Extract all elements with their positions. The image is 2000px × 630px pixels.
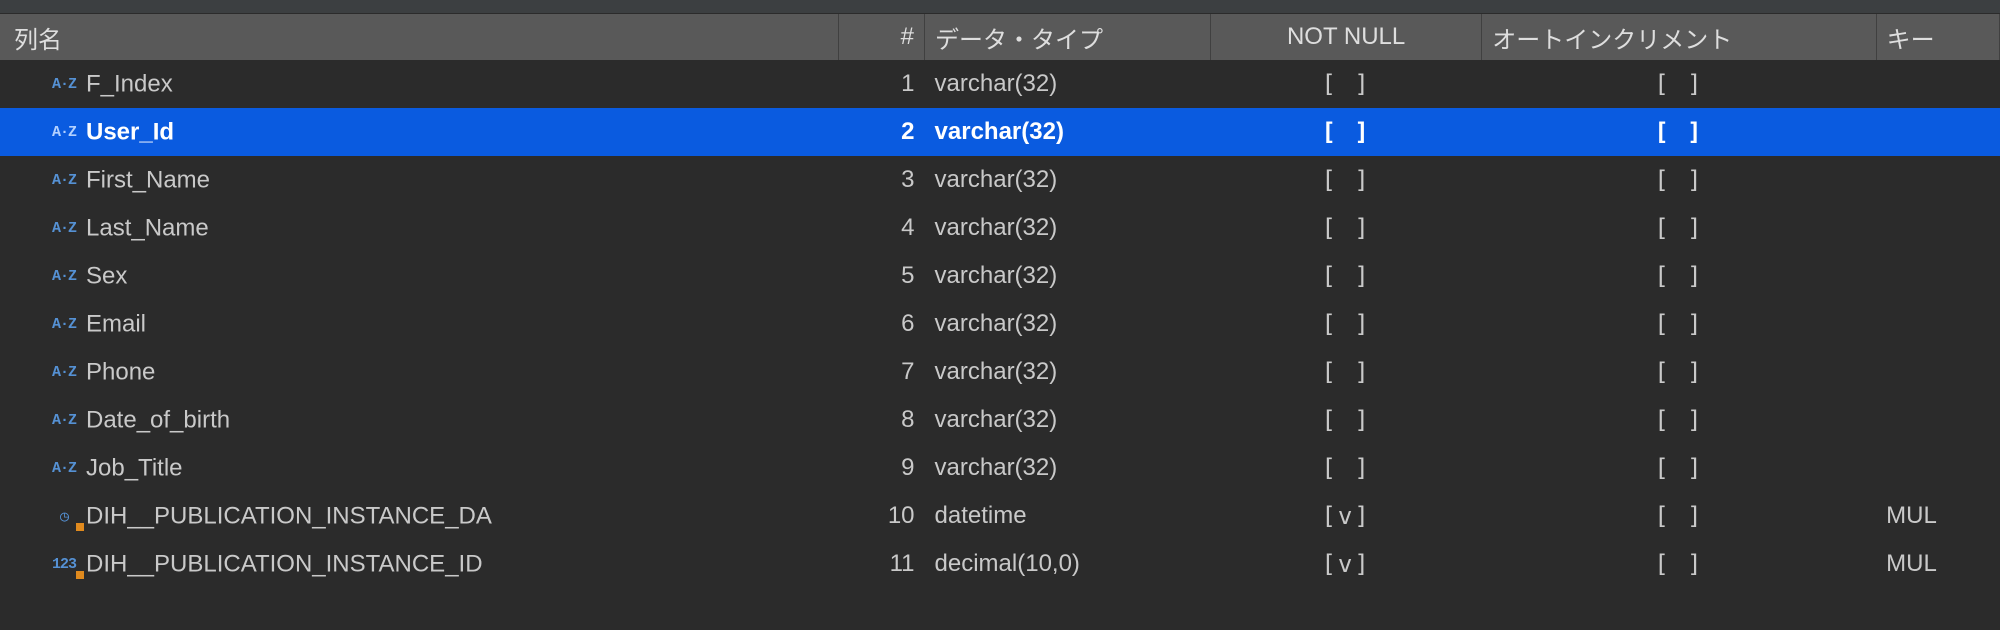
notnull-checkbox[interactable]: [ ] <box>1211 204 1482 252</box>
table-row[interactable]: A·ZLast_Name4varchar(32)[ ][ ] <box>0 204 2000 252</box>
window-top-strip <box>0 0 2000 14</box>
autoincrement-checkbox[interactable]: [ ] <box>1482 348 1876 396</box>
notnull-checkbox[interactable]: [ ] <box>1211 300 1482 348</box>
text-type-icon: A·Z <box>50 268 78 285</box>
column-key <box>1876 348 1999 396</box>
table-row[interactable]: A·ZUser_Id2varchar(32)[ ][ ] <box>0 108 2000 156</box>
column-key <box>1876 60 1999 108</box>
autoincrement-checkbox[interactable]: [ ] <box>1482 444 1876 492</box>
column-ordinal: 8 <box>838 396 924 444</box>
header-num[interactable]: # <box>838 14 924 60</box>
header-autoinc[interactable]: オートインクリメント <box>1482 14 1876 60</box>
column-name: Date_of_birth <box>86 406 230 433</box>
column-name: First_Name <box>86 166 210 193</box>
table-row[interactable]: A·ZSex5varchar(32)[ ][ ] <box>0 252 2000 300</box>
autoincrement-checkbox[interactable]: [ ] <box>1482 156 1876 204</box>
text-type-icon: A·Z <box>50 460 78 477</box>
column-ordinal: 1 <box>838 60 924 108</box>
notnull-checkbox[interactable]: [ ] <box>1211 396 1482 444</box>
autoincrement-checkbox[interactable]: [ ] <box>1482 396 1876 444</box>
column-key <box>1876 252 1999 300</box>
table-row[interactable]: A·ZDate_of_birth8varchar(32)[ ][ ] <box>0 396 2000 444</box>
column-name: Email <box>86 310 146 337</box>
column-datatype: varchar(32) <box>925 204 1211 252</box>
column-ordinal: 11 <box>838 540 924 588</box>
column-datatype: varchar(32) <box>925 396 1211 444</box>
column-name: Last_Name <box>86 214 209 241</box>
notnull-checkbox[interactable]: [ ] <box>1211 348 1482 396</box>
column-name: Phone <box>86 358 155 385</box>
notnull-checkbox[interactable]: [ ] <box>1211 156 1482 204</box>
table-row[interactable]: A·ZEmail6varchar(32)[ ][ ] <box>0 300 2000 348</box>
columns-table: 列名 # データ・タイプ NOT NULL オートインクリメント キー A·Z F… <box>0 14 2000 588</box>
text-type-icon: A·Z <box>50 76 78 93</box>
column-ordinal: 9 <box>838 444 924 492</box>
autoincrement-checkbox[interactable]: [ ] <box>1482 204 1876 252</box>
column-key <box>1876 300 1999 348</box>
overlay-badge-icon <box>76 523 84 531</box>
text-type-icon: A·Z <box>50 220 78 237</box>
column-key <box>1876 108 1999 156</box>
table-row[interactable]: ◷DIH__PUBLICATION_INSTANCE_DA10datetime[… <box>0 492 2000 540</box>
column-key <box>1876 156 1999 204</box>
column-name: User_Id <box>86 118 174 145</box>
column-datatype: varchar(32) <box>925 444 1211 492</box>
column-ordinal: 10 <box>838 492 924 540</box>
table-row[interactable]: A·ZJob_Title9varchar(32)[ ][ ] <box>0 444 2000 492</box>
column-name: DIH__PUBLICATION_INSTANCE_ID <box>86 550 483 577</box>
column-name: Job_Title <box>86 454 183 481</box>
column-datatype: varchar(32) <box>925 60 1211 108</box>
number-type-icon: 123 <box>50 556 78 573</box>
header-type[interactable]: データ・タイプ <box>925 14 1211 60</box>
column-datatype: varchar(32) <box>925 252 1211 300</box>
text-type-icon: A·Z <box>50 316 78 333</box>
header-name[interactable]: 列名 <box>0 14 838 60</box>
header-notnull[interactable]: NOT NULL <box>1211 14 1482 60</box>
autoincrement-checkbox[interactable]: [ ] <box>1482 60 1876 108</box>
autoincrement-checkbox[interactable]: [ ] <box>1482 540 1876 588</box>
header-key[interactable]: キー <box>1876 14 1999 60</box>
datetime-type-icon: ◷ <box>50 507 78 526</box>
column-ordinal: 2 <box>838 108 924 156</box>
text-type-icon: A·Z <box>50 124 78 141</box>
text-type-icon: A·Z <box>50 412 78 429</box>
column-key <box>1876 444 1999 492</box>
notnull-checkbox[interactable]: [ ] <box>1211 252 1482 300</box>
text-type-icon: A·Z <box>50 364 78 381</box>
text-type-icon: A·Z <box>50 172 78 189</box>
autoincrement-checkbox[interactable]: [ ] <box>1482 252 1876 300</box>
column-ordinal: 5 <box>838 252 924 300</box>
column-key <box>1876 396 1999 444</box>
column-key <box>1876 204 1999 252</box>
column-datatype: decimal(10,0) <box>925 540 1211 588</box>
column-datatype: varchar(32) <box>925 108 1211 156</box>
notnull-checkbox[interactable]: [v] <box>1211 492 1482 540</box>
column-ordinal: 7 <box>838 348 924 396</box>
column-name: Sex <box>86 262 127 289</box>
overlay-badge-icon <box>76 571 84 579</box>
column-ordinal: 3 <box>838 156 924 204</box>
column-datatype: varchar(32) <box>925 156 1211 204</box>
notnull-checkbox[interactable]: [ ] <box>1211 108 1482 156</box>
column-name: DIH__PUBLICATION_INSTANCE_DA <box>86 502 492 529</box>
notnull-checkbox[interactable]: [ ] <box>1211 60 1482 108</box>
notnull-checkbox[interactable]: [ ] <box>1211 444 1482 492</box>
column-key: MUL <box>1876 540 1999 588</box>
table-row[interactable]: A·ZF_Index1varchar(32)[ ][ ] <box>0 60 2000 108</box>
autoincrement-checkbox[interactable]: [ ] <box>1482 492 1876 540</box>
autoincrement-checkbox[interactable]: [ ] <box>1482 300 1876 348</box>
table-row[interactable]: 123 DIH__PUBLICATION_INSTANCE_ID 11decimal… <box>0 540 2000 588</box>
table-row[interactable]: A·ZFirst_Name3varchar(32)[ ][ ] <box>0 156 2000 204</box>
column-key: MUL <box>1876 492 1999 540</box>
column-ordinal: 4 <box>838 204 924 252</box>
table-header-row: 列名 # データ・タイプ NOT NULL オートインクリメント キー <box>0 14 2000 60</box>
autoincrement-checkbox[interactable]: [ ] <box>1482 108 1876 156</box>
column-datatype: datetime <box>925 492 1211 540</box>
notnull-checkbox[interactable]: [v] <box>1211 540 1482 588</box>
column-datatype: varchar(32) <box>925 300 1211 348</box>
column-name: F_Index <box>86 70 173 97</box>
column-ordinal: 6 <box>838 300 924 348</box>
column-datatype: varchar(32) <box>925 348 1211 396</box>
table-row[interactable]: A·ZPhone7varchar(32)[ ][ ] <box>0 348 2000 396</box>
